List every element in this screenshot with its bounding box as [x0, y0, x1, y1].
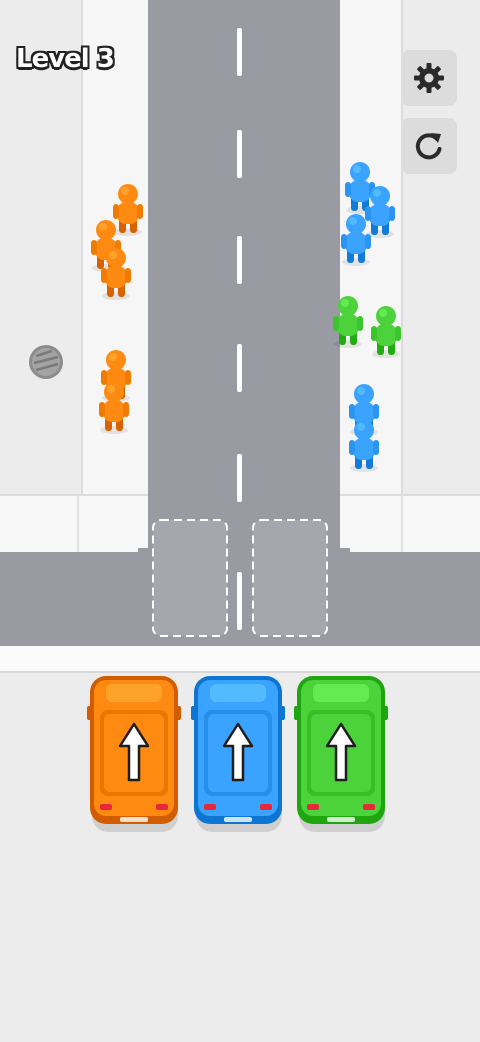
manhole-cover-icon [29, 345, 63, 379]
level-label: Level 3 [16, 44, 115, 74]
car-green[interactable] [294, 676, 388, 832]
gear-icon [414, 63, 444, 93]
settings-button[interactable] [401, 50, 457, 106]
car-orange[interactable] [87, 676, 181, 832]
restart-icon [415, 133, 442, 160]
parking-slot[interactable] [152, 519, 228, 637]
car-layer [87, 676, 388, 832]
bottom-curb [0, 646, 480, 672]
parking-slot[interactable] [252, 519, 328, 637]
car-blue[interactable] [191, 676, 285, 832]
main-road [148, 0, 340, 560]
restart-button[interactable] [401, 118, 457, 174]
game-scene: Level 3 [0, 0, 480, 1038]
